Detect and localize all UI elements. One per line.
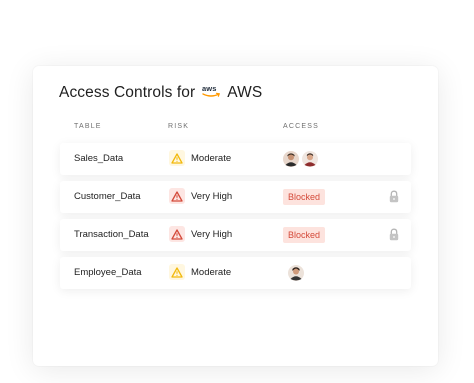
table-name: Transaction_Data: [74, 229, 149, 240]
provider-name: AWS: [227, 84, 263, 101]
table-row[interactable]: Transaction_Data Very High Blocked: [60, 219, 411, 251]
lock-icon[interactable]: [388, 190, 400, 203]
aws-logo-icon: aws: [201, 83, 221, 99]
warning-icon: [169, 264, 185, 280]
avatar[interactable]: [283, 151, 299, 167]
card-title-text: Access Controls for: [59, 84, 196, 101]
risk-cell: Moderate: [169, 150, 231, 166]
svg-text:aws: aws: [202, 84, 216, 93]
table-name: Sales_Data: [74, 153, 124, 164]
table-name: Customer_Data: [74, 191, 141, 202]
risk-label: Moderate: [191, 266, 232, 278]
warning-icon: [169, 150, 185, 166]
table-row[interactable]: Employee_Data Moderate: [60, 257, 411, 289]
risk-label: Moderate: [191, 152, 232, 164]
blocked-badge: Blocked: [283, 227, 326, 243]
warning-icon: [169, 226, 185, 242]
risk-label: Very High: [191, 228, 233, 240]
access-controls-card: Access Controls for aws AWS TABLE RISK A…: [33, 66, 438, 366]
access-avatars: [288, 265, 304, 281]
card-title: Access Controls for aws AWS: [59, 84, 262, 102]
blocked-badge: Blocked: [283, 189, 326, 205]
warning-icon: [169, 188, 185, 204]
risk-label: Very High: [191, 190, 233, 202]
avatar[interactable]: [288, 265, 304, 281]
column-header-table: TABLE: [74, 123, 102, 130]
risk-cell: Very High: [169, 226, 232, 242]
risk-cell: Very High: [169, 188, 232, 204]
column-header-risk: RISK: [168, 123, 190, 130]
column-header-access: ACCESS: [283, 123, 319, 130]
risk-cell: Moderate: [169, 264, 231, 280]
access-avatars: [283, 151, 318, 167]
avatar[interactable]: [302, 151, 318, 167]
table-name: Employee_Data: [74, 267, 142, 278]
table-row[interactable]: Customer_Data Very High Blocked: [60, 181, 411, 213]
lock-icon[interactable]: [388, 228, 400, 241]
table-row[interactable]: Sales_Data Moderate: [60, 143, 411, 175]
